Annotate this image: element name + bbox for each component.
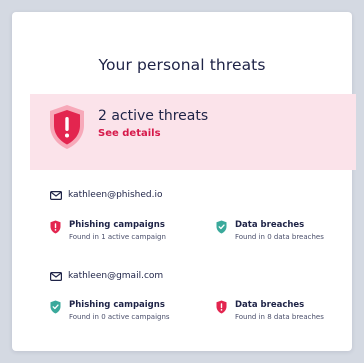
check-shield-icon (50, 300, 61, 314)
alert-shield-icon (50, 105, 84, 149)
threat-item-detail: Found in 1 active campaign (69, 233, 166, 241)
threat-item-name: Data breaches (235, 300, 305, 310)
account-email: kathleen@phished.io (68, 190, 163, 200)
threats-card: Your personal threats 2 active threats S… (12, 12, 356, 351)
active-threats-banner: 2 active threats See details (30, 94, 356, 170)
account-email-row: kathleen@gmail.com (50, 271, 163, 281)
threat-item-phishing: Phishing campaigns Found in 0 active cam… (50, 300, 170, 322)
alert-shield-icon (216, 300, 227, 314)
envelope-icon (50, 271, 62, 281)
threat-item-detail: Found in 8 data breaches (235, 313, 324, 321)
threat-item-name: Data breaches (235, 220, 305, 230)
threat-item-detail: Found in 0 data breaches (235, 233, 324, 241)
threat-item-name: Phishing campaigns (69, 220, 165, 230)
threat-item-detail: Found in 0 active campaigns (69, 313, 170, 321)
threat-item-phishing: Phishing campaigns Found in 1 active cam… (50, 220, 166, 242)
threat-item-breaches: Data breaches Found in 0 data breaches (216, 220, 324, 242)
see-details-link[interactable]: See details (98, 128, 161, 139)
threat-item-name: Phishing campaigns (69, 300, 165, 310)
alert-shield-icon (50, 220, 61, 234)
threat-item-breaches: Data breaches Found in 8 data breaches (216, 300, 324, 322)
check-shield-icon (216, 220, 227, 234)
account-email: kathleen@gmail.com (68, 271, 164, 281)
page-title: Your personal threats (98, 56, 266, 74)
active-threats-count: 2 active threats (98, 108, 209, 124)
account-email-row: kathleen@phished.io (50, 190, 163, 200)
envelope-icon (50, 190, 62, 200)
